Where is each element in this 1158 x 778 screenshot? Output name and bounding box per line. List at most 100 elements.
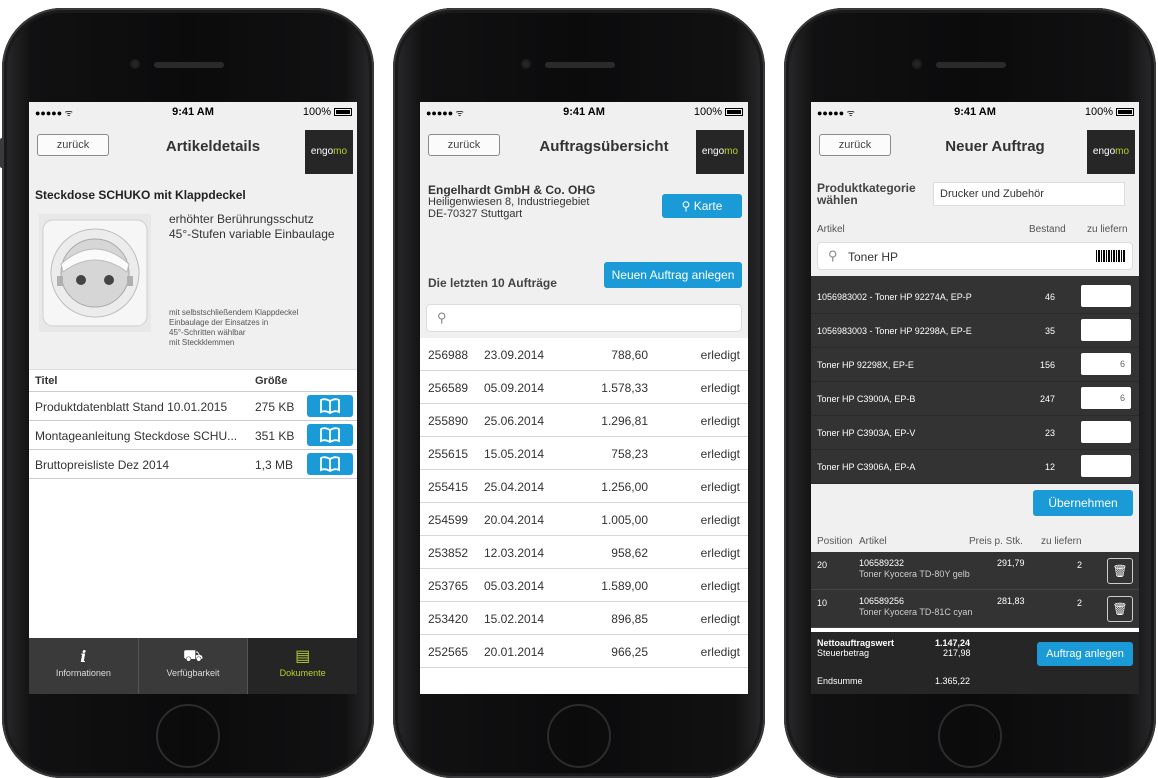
- document-row[interactable]: Montageanleitung Steckdose SCHU... 351 K…: [29, 421, 357, 450]
- position-price: 281,83: [997, 596, 1025, 606]
- quantity-input[interactable]: 6: [1081, 387, 1131, 409]
- back-button[interactable]: zurück: [428, 134, 500, 156]
- home-button[interactable]: [938, 704, 1002, 768]
- order-number: 253420: [428, 612, 469, 626]
- order-row[interactable]: 254599 20.04.2014 1.005,00 erledigt: [420, 503, 748, 536]
- home-button[interactable]: [156, 704, 220, 768]
- last-orders-bar: Die letzten 10 Aufträge Neuen Auftrag an…: [420, 256, 748, 300]
- trash-icon[interactable]: 🗑: [1107, 596, 1133, 622]
- article-row[interactable]: Toner HP C3906A, EP-A 12: [811, 450, 1139, 484]
- order-row[interactable]: 252565 20.01.2014 966,25 erledigt: [420, 635, 748, 668]
- order-status: erledigt: [700, 348, 740, 362]
- mute-switch: [0, 138, 4, 168]
- order-status: erledigt: [700, 645, 740, 659]
- battery-icon: [334, 108, 352, 116]
- map-button[interactable]: ⚲ Karte: [662, 194, 742, 218]
- article-stock: 247: [1039, 394, 1055, 404]
- map-pin-icon: ⚲: [681, 199, 691, 213]
- article-row[interactable]: Toner HP 92298X, EP-E 156 6: [811, 348, 1139, 382]
- position-article-nr: 106589256: [859, 596, 905, 606]
- position-row[interactable]: 10 106589256 Toner Kyocera TD-81C cyan 281,…: [811, 590, 1139, 628]
- order-status: erledigt: [700, 579, 740, 593]
- description-line: mit Steckklemmen: [169, 338, 235, 347]
- net-value: 1.147,24: [935, 638, 971, 648]
- open-document-button[interactable]: [307, 424, 353, 446]
- tab-dokumente[interactable]: ▤ Dokumente: [248, 638, 357, 694]
- home-button[interactable]: [547, 704, 611, 768]
- order-number: 253765: [428, 579, 469, 593]
- article-row[interactable]: Toner HP C3903A, EP-V 23: [811, 416, 1139, 450]
- product-info: erhöhter Berührungsschutz 45°-Stufen var…: [29, 208, 357, 370]
- order-date: 23.09.2014: [484, 348, 545, 362]
- col-stock: Bestand: [1029, 224, 1066, 235]
- tax-value: 217,98: [943, 648, 971, 658]
- battery-icon: [1116, 108, 1134, 116]
- description-line: Einbaulage der Einsatzes in: [169, 318, 269, 327]
- order-date: 05.09.2014: [484, 381, 545, 395]
- map-button-label: Karte: [693, 199, 723, 213]
- category-select[interactable]: Drucker und Zubehör: [933, 182, 1125, 206]
- product-description: mit selbstschließendem Klappdeckel Einba…: [169, 308, 353, 348]
- order-row[interactable]: 253420 15.02.2014 896,85 erledigt: [420, 602, 748, 635]
- nav-bar: zurück Neuer Auftrag engomo: [811, 122, 1139, 178]
- order-date: 25.04.2014: [484, 480, 545, 494]
- search-icon: ⚲: [828, 248, 838, 263]
- order-row[interactable]: 253852 12.03.2014 958,62 erledigt: [420, 536, 748, 569]
- order-number: 252565: [428, 645, 469, 659]
- article-row[interactable]: 1056983003 - Toner HP 92298A, EP-E 35: [811, 314, 1139, 348]
- tab-informationen[interactable]: i Informationen: [29, 638, 139, 694]
- description-line: 45°-Schritten wählbar: [169, 328, 246, 337]
- create-order-button[interactable]: Auftrag anlegen: [1037, 642, 1133, 666]
- article-name: Toner HP C3903A, EP-V: [817, 428, 916, 438]
- back-button[interactable]: zurück: [819, 134, 891, 156]
- product-name: Steckdose SCHUKO mit Klappdeckel: [29, 178, 357, 208]
- trash-icon[interactable]: 🗑: [1107, 558, 1133, 584]
- nav-bar: zurück Artikeldetails engomo: [29, 122, 357, 178]
- order-row[interactable]: 253765 05.03.2014 1.589,00 erledigt: [420, 569, 748, 602]
- order-status: erledigt: [700, 381, 740, 395]
- quantity-input[interactable]: [1081, 421, 1131, 443]
- position-row[interactable]: 20 106589232 Toner Kyocera TD-80Y gelb 291,…: [811, 552, 1139, 590]
- article-search-input[interactable]: ⚲ Toner HP: [817, 242, 1133, 270]
- open-document-button[interactable]: [307, 395, 353, 417]
- search-input[interactable]: ⚲: [426, 304, 742, 332]
- order-row[interactable]: 255890 25.06.2014 1.296,81 erledigt: [420, 404, 748, 437]
- order-amount: 1.296,81: [601, 414, 648, 428]
- article-stock: 46: [1044, 292, 1055, 302]
- order-summary: Nettoauftragswert 1.147,24 Steuerbetrag …: [811, 632, 1139, 694]
- quantity-input[interactable]: [1081, 285, 1131, 307]
- page-title: Neuer Auftrag: [945, 138, 1045, 155]
- screen-auftragsuebersicht: ●●●●● ᯤ 9:41 AM 100% zurück Auftragsüber…: [420, 102, 748, 694]
- order-row[interactable]: 255615 15.05.2014 758,23 erledigt: [420, 437, 748, 470]
- back-button[interactable]: zurück: [37, 134, 109, 156]
- order-row[interactable]: 255415 25.04.2014 1.256,00 erledigt: [420, 470, 748, 503]
- article-stock: 12: [1044, 462, 1055, 472]
- open-document-button[interactable]: [307, 453, 353, 475]
- new-order-button[interactable]: Neuen Auftrag anlegen: [604, 262, 742, 288]
- order-amount: 758,23: [611, 447, 648, 461]
- article-row[interactable]: 1056983002 - Toner HP 92274A, EP-P 46: [811, 280, 1139, 314]
- quantity-input[interactable]: [1081, 319, 1131, 341]
- order-row[interactable]: 256589 05.09.2014 1.578,33 erledigt: [420, 371, 748, 404]
- position-list: 20 106589232 Toner Kyocera TD-80Y gelb 291,…: [811, 552, 1139, 628]
- order-amount: 1.256,00: [601, 480, 648, 494]
- tab-verfuegbarkeit[interactable]: ⛟ Verfügbarkeit: [139, 638, 249, 694]
- position-article-name: Toner Kyocera TD-80Y gelb: [859, 569, 970, 579]
- document-title: Montageanleitung Steckdose SCHU...: [35, 429, 238, 443]
- quantity-input[interactable]: [1081, 455, 1131, 477]
- apply-button[interactable]: Übernehmen: [1033, 490, 1133, 516]
- battery-percent: 100%: [302, 106, 331, 118]
- article-row[interactable]: Toner HP C3900A, EP-B 247 6: [811, 382, 1139, 416]
- document-row[interactable]: Produktdatenblatt Stand 10.01.2015 275 K…: [29, 392, 357, 421]
- document-row[interactable]: Bruttopreisliste Dez 2014 1,3 MB: [29, 450, 357, 479]
- article-name: 1056983002 - Toner HP 92274A, EP-P: [817, 292, 972, 302]
- barcode-icon[interactable]: [1096, 250, 1126, 262]
- category-label: Produktkategorie wählen: [817, 181, 916, 207]
- col-article: Artikel: [859, 536, 887, 547]
- col-deliver: zu liefern: [1087, 224, 1128, 235]
- order-date: 12.03.2014: [484, 546, 545, 560]
- article-name: 1056983003 - Toner HP 92298A, EP-E: [817, 326, 972, 336]
- order-amount: 1.578,33: [601, 381, 648, 395]
- quantity-input[interactable]: 6: [1081, 353, 1131, 375]
- order-row[interactable]: 256988 23.09.2014 788,60 erledigt: [420, 338, 748, 371]
